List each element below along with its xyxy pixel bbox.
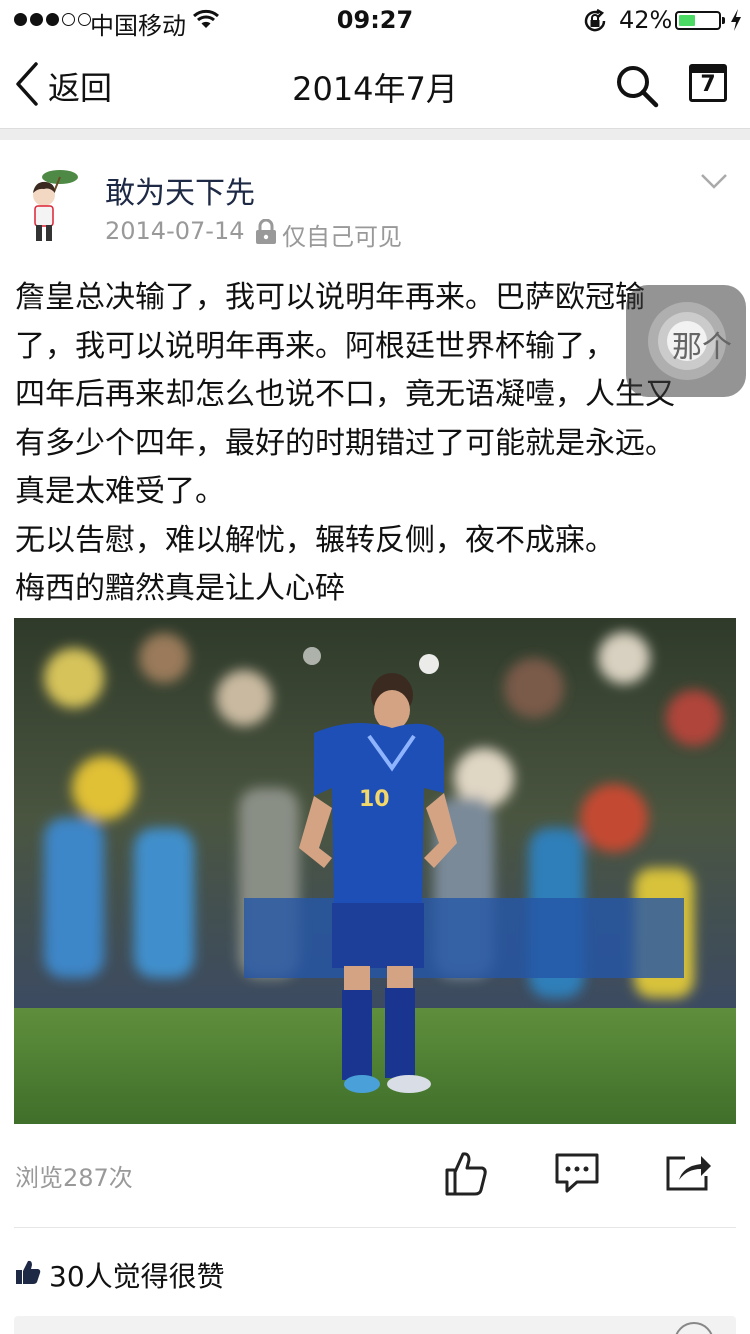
share-button[interactable] <box>665 1152 713 1196</box>
assistive-overlay-text: 那个 <box>672 330 732 365</box>
search-button[interactable] <box>615 64 659 112</box>
navigation-bar: 返回 2014年7月 7 <box>0 40 750 128</box>
comment-icon <box>553 1153 601 1198</box>
share-icon <box>665 1156 713 1196</box>
charging-icon <box>729 8 743 36</box>
thumbs-up-icon <box>444 1152 488 1200</box>
calendar-day: 7 <box>700 72 716 97</box>
post-text-line: 真是太难受了。 <box>15 474 225 509</box>
lock-icon <box>254 218 282 251</box>
privacy-label: 仅自己可见 <box>282 223 402 251</box>
author-name[interactable]: 敢为天下先 <box>105 168 255 212</box>
jersey-number: 10 <box>359 787 390 812</box>
avatar[interactable] <box>22 165 82 245</box>
post-date: 2014-07-14 <box>105 217 245 245</box>
battery-icon <box>675 11 721 30</box>
thumbs-up-icon <box>15 1259 49 1292</box>
status-bar: 中国移动 09:27 42% <box>0 0 750 40</box>
calendar-button[interactable]: 7 <box>689 64 727 102</box>
rotation-lock-icon <box>582 8 608 38</box>
divider <box>14 1227 736 1228</box>
chevron-down-icon <box>700 174 728 194</box>
comment-input[interactable] <box>14 1316 736 1334</box>
battery-percent: 42% <box>619 6 673 34</box>
comment-button[interactable] <box>553 1152 601 1198</box>
likes-summary[interactable]: 30人觉得很赞 <box>15 1255 225 1295</box>
post-options-button[interactable] <box>700 172 728 194</box>
search-icon <box>615 66 659 112</box>
like-button[interactable] <box>444 1150 488 1200</box>
likes-count: 30人觉得很赞 <box>49 1260 225 1293</box>
post-text-line: 无以告慰，难以解忧，辗转反侧，夜不成寐。 <box>15 522 615 558</box>
divider <box>0 128 750 140</box>
post-text-line: 梅西的黯然真是让人心碎 <box>15 571 345 606</box>
view-count: 浏览287次 <box>15 1164 133 1192</box>
post-text-line: 有多少个四年，最好的时期错过了可能就是永远。 <box>15 425 675 461</box>
privacy-status: 仅自己可见 <box>254 217 402 252</box>
post-photo[interactable]: 10 <box>14 618 736 1124</box>
